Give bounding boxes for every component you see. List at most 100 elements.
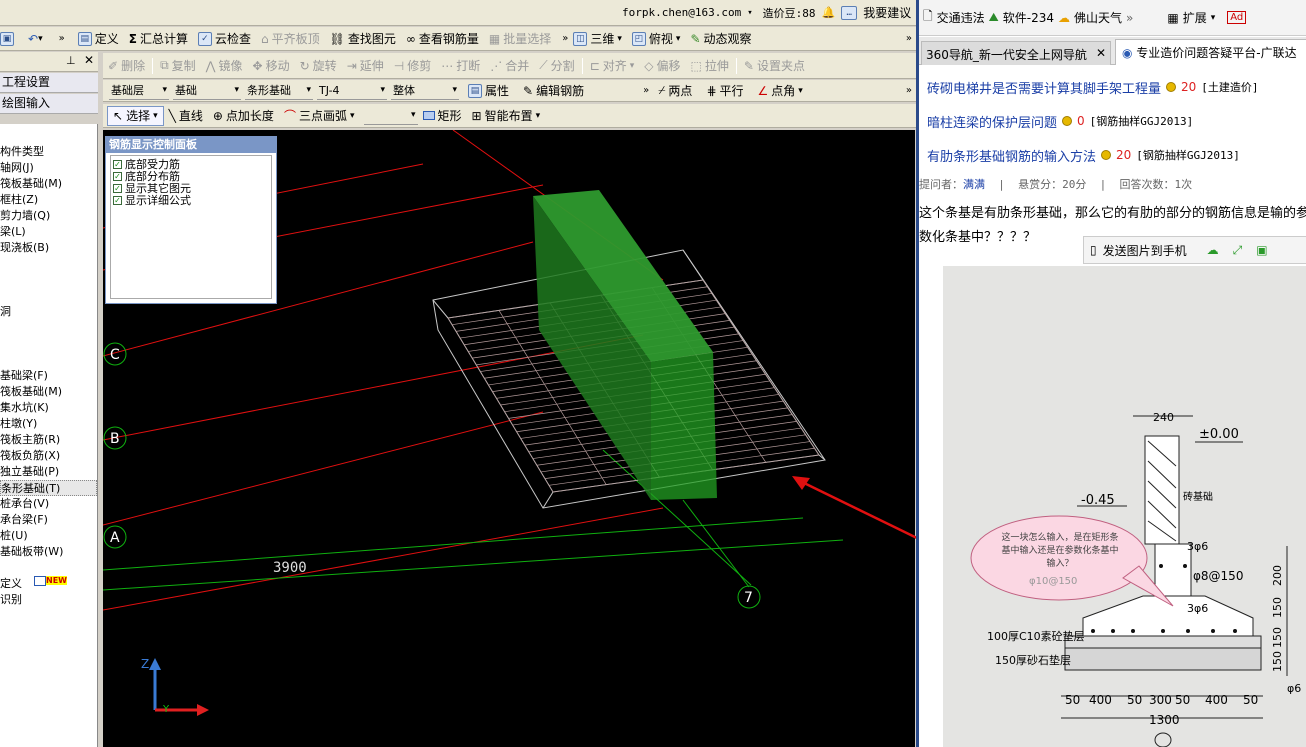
tree-item[interactable]: 现浇板(B) xyxy=(0,240,97,256)
tab-project-settings[interactable]: 工程设置 xyxy=(0,73,98,93)
define-button[interactable]: ▤ 定义 xyxy=(73,29,124,49)
checkbox-checked-icon[interactable]: ✓ xyxy=(113,195,122,205)
rect-button[interactable]: 矩形 xyxy=(418,106,467,126)
3d-viewport[interactable]: C B A 7 3900 Z Y 钢筋显示控制面板 ✓ 底部受力筋 ✓ 底部分布筋 ✓ 显… xyxy=(103,130,915,747)
type-select[interactable]: 条形基础 xyxy=(245,82,313,100)
summary-button[interactable]: Σ 汇总计算 xyxy=(124,29,193,49)
asker-link[interactable]: 满满 xyxy=(963,178,985,191)
bell-icon[interactable]: 🔔 xyxy=(822,6,836,19)
tree-item[interactable]: 集水坑(K) xyxy=(0,400,97,416)
tab-360[interactable]: 360导航_新一代安全上网导航 ✕ xyxy=(921,41,1111,65)
tree-item[interactable]: 基础梁(F) xyxy=(0,368,97,384)
layer-select[interactable]: 基础层 xyxy=(109,82,169,100)
tree-item[interactable] xyxy=(0,272,97,288)
related-question-link[interactable]: 暗柱连梁的保护层问题 0 [钢筋抽样GGJ2013] xyxy=(927,104,1306,138)
stretch-button[interactable]: ⬚ 拉伸 xyxy=(686,56,734,76)
checkbox-checked-icon[interactable]: ✓ xyxy=(113,183,122,193)
tree-item[interactable] xyxy=(0,288,97,304)
bookmark-software[interactable]: 软件-234 xyxy=(1003,9,1054,26)
close-icon[interactable]: ✕ xyxy=(84,53,94,67)
merge-button[interactable]: ⋰ 合并 xyxy=(485,56,534,76)
tab-glodon[interactable]: ◉ 专业造价问题答疑平台-广联达 xyxy=(1115,39,1306,65)
select-button[interactable]: ↖ 选择 ▾ xyxy=(107,105,164,126)
related-question-link[interactable]: 有肋条形基础钢筋的输入方法 20 [钢筋抽样GGJ2013] xyxy=(927,138,1306,172)
smart-layout-button[interactable]: ⊞ 智能布置 ▾ xyxy=(467,106,546,126)
tree-item[interactable]: 筏板负筋(X) xyxy=(0,448,97,464)
line-button[interactable]: ╲ 直线 xyxy=(164,106,208,126)
extensions-button[interactable]: 扩展 xyxy=(1183,9,1207,26)
cloud-check-button[interactable]: ✓ 云检查 xyxy=(193,29,256,49)
tree-item[interactable]: 轴网(J) xyxy=(0,160,97,176)
tree-item[interactable]: 条形基础(T) xyxy=(0,480,97,496)
send-to-phone-button[interactable]: 发送图片到手机 xyxy=(1103,242,1187,259)
category-select[interactable]: 基础 xyxy=(173,82,241,100)
angle-button[interactable]: ∠ 点角 ▾ xyxy=(753,81,808,101)
properties-button[interactable]: ▤ 属性 xyxy=(463,81,514,101)
tree-item[interactable]: 承台梁(F) xyxy=(0,512,97,528)
tree-item[interactable]: 洞 xyxy=(0,304,97,320)
topview-button[interactable]: ◰ 俯视 ▾ xyxy=(627,29,686,49)
bookmark-traffic[interactable]: 交通违法 xyxy=(937,9,985,26)
overflow-icon-5[interactable]: » xyxy=(906,85,912,96)
extend-button[interactable]: ⇥ 延伸 xyxy=(342,56,389,76)
tree-item[interactable] xyxy=(0,320,97,336)
grip-button[interactable]: ✎ 设置夹点 xyxy=(739,56,810,76)
name-select[interactable]: TJ-4 xyxy=(317,82,387,100)
tree-item[interactable]: 构件类型 xyxy=(0,144,97,160)
rotate-button[interactable]: ↻ 旋转 xyxy=(295,56,342,76)
view-rebar-button[interactable]: ∞ 查看钢筋量 xyxy=(401,29,484,49)
user-email[interactable]: forpk.chen@163.com xyxy=(622,6,741,19)
tree-item[interactable]: 筏板基础(M) xyxy=(0,176,97,192)
cloud-icon[interactable]: ☁ xyxy=(1207,243,1219,257)
tree-item[interactable]: 筏板基础(M) xyxy=(0,384,97,400)
orbit-button[interactable]: ✎ 动态观察 xyxy=(685,29,756,49)
rebar-option-row[interactable]: ✓ 显示详细公式 xyxy=(113,194,269,207)
batch-select-button[interactable]: ▦ 批量选择 xyxy=(484,29,556,49)
split-button[interactable]: ⟋ 分割 xyxy=(534,56,579,76)
tree-item[interactable]: 桩(U) xyxy=(0,528,97,544)
3d-button[interactable]: ◫ 三维 ▾ xyxy=(568,29,627,49)
copy-button[interactable]: ⧉ 复制 xyxy=(155,56,201,76)
tab-draw-input[interactable]: 绘图输入 xyxy=(0,94,98,114)
break-button[interactable]: ⋯ 打断 xyxy=(436,56,485,76)
tree-item[interactable]: 基础板带(W) xyxy=(0,544,97,560)
align-top-button[interactable]: ⌂ 平齐板顶 xyxy=(256,29,325,49)
align-button[interactable]: ⊏ 对齐 ▾ xyxy=(585,56,640,76)
tree-item[interactable]: 剪力墙(Q) xyxy=(0,208,97,224)
arc-mode-select[interactable] xyxy=(363,107,418,125)
undo-icon[interactable]: ↶ xyxy=(28,32,38,46)
more-bookmarks-icon[interactable]: » xyxy=(1126,11,1133,25)
tree-item[interactable] xyxy=(0,352,97,368)
question-image[interactable]: 240 ±0.00 -0.45 砖基础 3φ6 φ8@150 3φ6 100厚C… xyxy=(943,266,1306,747)
parallel-button[interactable]: ⋕ 平行 xyxy=(701,81,748,101)
tree-item[interactable]: 独立基础(P) xyxy=(0,464,97,480)
trim-button[interactable]: ⊣ 修剪 xyxy=(389,56,436,76)
offset-button[interactable]: ◇ 偏移 xyxy=(639,56,685,76)
expand-icon[interactable]: ⤢ xyxy=(1233,243,1243,258)
tree-item[interactable]: 框柱(Z) xyxy=(0,192,97,208)
tree-item[interactable]: 柱墩(Y) xyxy=(0,416,97,432)
point-length-button[interactable]: ⊕ 点加长度 xyxy=(208,106,279,126)
save-image-icon[interactable]: ▣ xyxy=(1256,243,1267,257)
close-tab-icon[interactable]: ✕ xyxy=(1096,46,1106,61)
tree-item[interactable]: 识别 xyxy=(0,592,97,608)
tree-item[interactable] xyxy=(0,256,97,272)
delete-button[interactable]: ✐ 删除 xyxy=(103,56,150,76)
overflow-icon[interactable]: » xyxy=(59,33,65,44)
related-question-link[interactable]: 砖砌电梯井是否需要计算其脚手架工程量 20 [土建造价] xyxy=(927,70,1306,104)
mirror-button[interactable]: ⋀ 镜像 xyxy=(201,56,248,76)
arc-button[interactable]: ⌒ 三点画弧 ▾ xyxy=(279,106,360,126)
suggest-link[interactable]: 我要建议 xyxy=(863,4,911,21)
save-icon[interactable]: ▣ xyxy=(0,31,14,46)
pin-icon[interactable]: ⊥ xyxy=(66,54,76,67)
scope-select[interactable]: 整体 xyxy=(391,82,459,100)
two-points-button[interactable]: ⌿ 两点 xyxy=(653,81,697,101)
adblock-button[interactable]: Ad xyxy=(1227,11,1247,24)
overflow-icon-4[interactable]: » xyxy=(643,85,649,96)
checkbox-checked-icon[interactable]: ✓ xyxy=(113,159,122,169)
move-button[interactable]: ✥ 移动 xyxy=(248,56,295,76)
edit-rebar-button[interactable]: ✎ 编辑钢筋 xyxy=(518,81,589,101)
bookmark-weather[interactable]: 佛山天气 xyxy=(1074,9,1122,26)
tree-item[interactable]: 筏板主筋(R) xyxy=(0,432,97,448)
find-element-button[interactable]: ⛓ 查找图元 xyxy=(325,29,401,49)
